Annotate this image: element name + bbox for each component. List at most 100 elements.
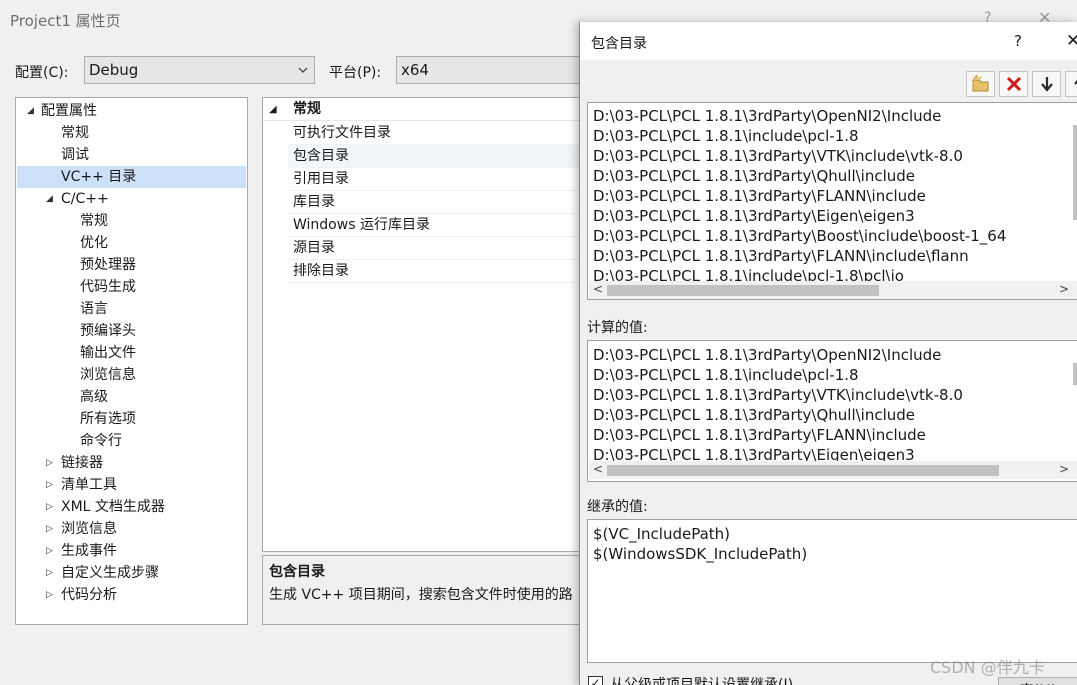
tree-collapse-icon[interactable]: ◢ — [27, 100, 37, 122]
tree-expand-icon[interactable]: ▷ — [46, 518, 56, 540]
include-directories-dialog: 包含目录 ? ✕ D:\03-PCL\PCL 1.8.1\include\pcl… — [579, 22, 1077, 685]
list-item[interactable]: D:\03-PCL\PCL 1.8.1\3rdParty\VTK\include… — [593, 146, 963, 166]
tree-collapse-icon[interactable]: ◢ — [46, 188, 56, 210]
description-text: 生成 VC++ 项目期间，搜索包含文件时使用的路 — [269, 587, 573, 603]
include-directories-editor[interactable]: D:\03-PCL\PCL 1.8.1\include\pcl-1.8\pcl\… — [587, 102, 1077, 300]
chevron-right-icon[interactable]: > — [1057, 282, 1071, 296]
tree-item-label: 代码生成 — [80, 279, 136, 295]
horizontal-scrollbar[interactable]: < > — [589, 281, 1077, 299]
inherited-value-label: 继承的值: — [587, 499, 648, 515]
tree-expand-icon[interactable]: ▷ — [46, 584, 56, 606]
tree-expand-icon[interactable]: ▷ — [46, 474, 56, 496]
dialog-titlebar: 包含目录 ? ✕ — [580, 22, 1077, 60]
tree-item-label: VC++ 目录 — [61, 169, 137, 185]
tree-expand-icon[interactable]: ▷ — [46, 540, 56, 562]
list-item[interactable]: D:\03-PCL\PCL 1.8.1\include\pcl-1.8 — [593, 126, 859, 146]
inherited-value-list[interactable]: $(WindowsSDK_IncludePath) $(VC_IncludePat… — [587, 519, 1077, 663]
grid-section-header[interactable]: ◢ 常规 — [263, 98, 583, 121]
config-select[interactable]: Debug — [84, 56, 315, 84]
grid-row[interactable]: 可执行文件目录 — [288, 122, 583, 145]
config-select-value: Debug — [89, 61, 139, 79]
tree-item-label: 命令行 — [80, 433, 122, 449]
delete-line-button[interactable] — [999, 71, 1028, 97]
dialog-close-button[interactable]: ✕ — [1066, 31, 1077, 51]
config-label: 配置(C): — [15, 65, 69, 81]
list-item[interactable]: D:\03-PCL\PCL 1.8.1\3rdParty\VTK\include… — [593, 385, 963, 405]
inherit-checkbox-label: 从父级或项目默认设置继承(I) — [610, 677, 794, 685]
move-up-icon — [1073, 79, 1077, 85]
evaluated-value-label: 计算的值: — [587, 320, 648, 336]
grid-row[interactable]: 源目录 — [288, 237, 583, 260]
tree-item-label: 优化 — [80, 235, 108, 251]
tree-item-label: 语言 — [80, 301, 108, 317]
chevron-left-icon[interactable]: < — [591, 462, 605, 476]
description-panel: 包含目录 生成 VC++ 项目期间，搜索包含文件时使用的路 — [262, 555, 582, 625]
list-item[interactable]: D:\03-PCL\PCL 1.8.1\3rdParty\FLANN\inclu… — [593, 246, 969, 266]
tree-expand-icon[interactable]: ▷ — [46, 562, 56, 584]
tree-item-label: 配置属性 — [41, 103, 97, 119]
dialog-help-button[interactable]: ? — [1014, 32, 1022, 50]
property-tree[interactable]: ◢ 配置属性 常规 调试 VC++ 目录 ◢ C/C++ 常规 优化 预处理器 代码生成 语言 预编译头… — [15, 97, 248, 625]
list-item[interactable]: D:\03-PCL\PCL 1.8.1\3rdParty\FLANN\inclu… — [593, 186, 926, 206]
chevron-down-icon — [298, 67, 308, 73]
grid-row[interactable]: 库目录 — [288, 191, 583, 214]
move-up-button[interactable] — [1065, 71, 1077, 97]
property-grid[interactable]: ◢ 常规 可执行文件目录 包含目录 引用目录 库目录 Windows 运行库目录 源目录排… — [262, 97, 583, 552]
tree-item-label: 链接器 — [61, 455, 103, 471]
tree-item-label: 调试 — [61, 147, 89, 163]
horizontal-scrollbar-thumb[interactable] — [607, 465, 999, 476]
inherit-checkbox[interactable]: ✓ — [588, 676, 603, 685]
tree-expand-icon[interactable]: ▷ — [46, 496, 56, 518]
tree-item-label: 预处理器 — [80, 257, 136, 273]
list-item[interactable]: $(VC_IncludePath) — [593, 524, 730, 544]
grid-row[interactable]: 包含目录 — [288, 145, 583, 168]
vertical-scrollbar-thumb[interactable] — [1073, 125, 1077, 220]
chevron-right-icon[interactable]: > — [1057, 462, 1071, 476]
grid-section-label: 常规 — [293, 101, 321, 117]
window-title: Project1 属性页 — [10, 12, 121, 30]
tree-item-label: 生成事件 — [61, 543, 117, 559]
platform-select[interactable]: x64 — [396, 56, 586, 84]
horizontal-scrollbar[interactable]: < > — [589, 461, 1077, 479]
tree-item-label: 常规 — [61, 125, 89, 141]
chevron-left-icon[interactable]: < — [591, 282, 605, 296]
list-item[interactable]: D:\03-PCL\PCL 1.8.1\3rdParty\Boost\inclu… — [593, 226, 1006, 246]
list-item[interactable]: D:\03-PCL\PCL 1.8.1\3rdParty\OpenNI2\Inc… — [593, 106, 941, 126]
vertical-scrollbar-thumb[interactable] — [1073, 363, 1077, 385]
tree-item-label: 常规 — [80, 213, 108, 229]
new-line-button[interactable] — [966, 71, 995, 97]
macro-button[interactable]: 宏(M) — [998, 677, 1077, 685]
tree-item-label: 浏览信息 — [80, 367, 136, 383]
move-down-icon — [1040, 77, 1053, 92]
grid-row[interactable]: 排除目录 — [288, 260, 583, 283]
watermark: CSDN @伴九卡 — [930, 658, 1045, 677]
tree-item-label: 代码分析 — [61, 587, 117, 603]
tree-item-label: XML 文档生成器 — [61, 499, 165, 515]
tree-item-label: 所有选项 — [80, 411, 136, 427]
list-item[interactable]: D:\03-PCL\PCL 1.8.1\3rdParty\Qhull\inclu… — [593, 166, 915, 186]
grid-row[interactable]: Windows 运行库目录 — [288, 214, 583, 237]
dialog-title: 包含目录 — [591, 36, 647, 52]
tree-item-label: 自定义生成步骤 — [61, 565, 159, 581]
grid-row[interactable]: 引用目录 — [288, 168, 583, 191]
horizontal-scrollbar-thumb[interactable] — [607, 285, 879, 296]
list-item[interactable]: D:\03-PCL\PCL 1.8.1\include\pcl-1.8 — [593, 365, 859, 385]
list-item[interactable]: D:\03-PCL\PCL 1.8.1\3rdParty\FLANN\inclu… — [593, 425, 926, 445]
tree-item-label: 预编译头 — [80, 323, 136, 339]
list-item[interactable]: D:\03-PCL\PCL 1.8.1\3rdParty\Qhull\inclu… — [593, 405, 915, 425]
tree-item-label: 输出文件 — [80, 345, 136, 361]
tree-item-label: 浏览信息 — [61, 521, 117, 537]
tree-item[interactable]: VC++ 目录 — [17, 166, 246, 188]
chevron-down-icon[interactable]: ◢ — [269, 98, 277, 121]
evaluated-value-list[interactable]: D:\03-PCL\PCL 1.8.1\3rdParty\Eigen\eigen… — [587, 340, 1077, 482]
list-item[interactable]: D:\03-PCL\PCL 1.8.1\3rdParty\Eigen\eigen… — [593, 206, 915, 226]
tree-expand-icon[interactable]: ▷ — [46, 452, 56, 474]
list-item[interactable]: $(WindowsSDK_IncludePath) — [593, 544, 807, 564]
move-down-button[interactable] — [1032, 71, 1061, 97]
delete-icon — [1006, 76, 1021, 92]
tree-item-label: 清单工具 — [61, 477, 117, 493]
new-line-icon — [972, 75, 988, 92]
tree-item-label: C/C++ — [61, 191, 109, 207]
tree-item-label: 高级 — [80, 389, 108, 405]
list-item[interactable]: D:\03-PCL\PCL 1.8.1\3rdParty\OpenNI2\Inc… — [593, 345, 941, 365]
